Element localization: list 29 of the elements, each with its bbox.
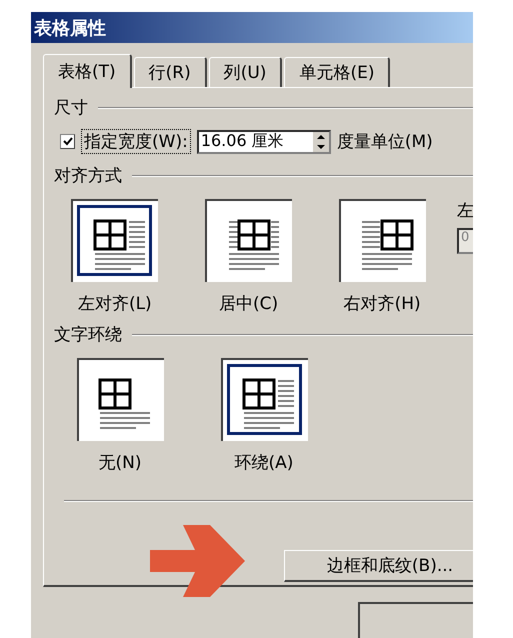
tab[interactable]: 列(U) (208, 57, 282, 87)
tab[interactable]: 单元格(E) (284, 57, 390, 87)
section-heading: 尺寸 (54, 97, 88, 119)
tab[interactable]: 行(R) (134, 57, 207, 87)
layout-option[interactable] (71, 199, 158, 282)
option-label: 居中(C) (218, 293, 278, 315)
field-value: 16.06 厘米 (200, 131, 285, 152)
indent-label: 左 (457, 200, 473, 222)
tab[interactable]: 表格(T) (43, 54, 132, 88)
width-field[interactable]: 16.06 厘米 (196, 130, 331, 154)
layout-option[interactable] (220, 358, 308, 441)
layout-option[interactable] (76, 358, 164, 441)
section-heading: 文字环绕 (54, 324, 122, 346)
option-label: 右对齐(H) (344, 293, 421, 315)
spin-buttons[interactable] (312, 132, 329, 152)
layout-option[interactable] (338, 199, 426, 282)
option-label: 环绕(A) (234, 452, 294, 474)
borders-shading-button[interactable]: 边框和底纹(B)... (284, 550, 473, 582)
layout-option[interactable] (205, 199, 292, 282)
dialog-button[interactable] (358, 602, 473, 638)
option-label: 左对齐(L) (78, 293, 152, 315)
check-icon (62, 137, 72, 146)
option-label: 无(N) (98, 452, 142, 474)
unit-label: 度量单位(M) (336, 131, 433, 153)
checkbox[interactable] (60, 134, 75, 149)
checkbox-label[interactable]: 指定宽度(W): (81, 129, 191, 154)
section-heading: 对齐方式 (54, 165, 122, 187)
window-title: 表格属性 (34, 16, 106, 40)
arrow-icon (150, 525, 245, 597)
